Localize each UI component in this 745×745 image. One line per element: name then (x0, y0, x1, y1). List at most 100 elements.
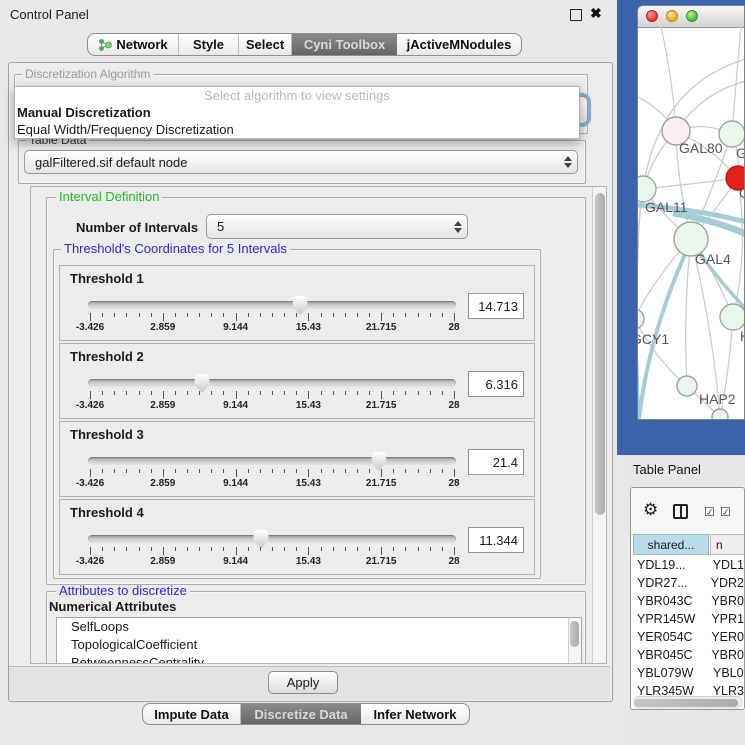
table-cell[interactable]: YBR045C (631, 646, 706, 664)
threshold-slider[interactable] (88, 301, 456, 309)
table-cell[interactable]: YBL079W (631, 664, 708, 682)
threshold-value-field[interactable]: 14.713 (468, 293, 524, 319)
table-cell[interactable]: YBR043C (631, 592, 706, 610)
checkbox-icon[interactable]: ☑ (720, 506, 731, 518)
tick (102, 313, 103, 317)
table-horizontal-scrollbar[interactable] (633, 696, 743, 709)
threshold-value-field[interactable]: 11.344 (468, 527, 524, 553)
dropdown-option-equal-width-frequency[interactable]: Equal Width/Frequency Discretization (15, 121, 579, 138)
gear-icon[interactable]: ⚙ (643, 501, 658, 518)
table-cell[interactable]: YER054C (631, 628, 706, 646)
tab-cyni-toolbox[interactable]: Cyni Toolbox (292, 34, 397, 55)
table-cell[interactable]: YBR0 (706, 592, 744, 610)
table-row[interactable]: YDR27...YDR2 (631, 574, 744, 592)
network-edge[interactable] (643, 178, 738, 189)
control-panel-tab-bar: Network Style Select Cyni Toolbox jActiv… (87, 33, 522, 56)
float-window-icon[interactable] (570, 9, 582, 21)
dropdown-placeholder-option[interactable]: Select algorithm to view settings (15, 87, 579, 104)
threshold-slider[interactable] (88, 379, 456, 387)
threshold-value-field[interactable]: 6.316 (468, 371, 524, 397)
scrollbar-thumb[interactable] (634, 699, 738, 707)
tick (151, 391, 152, 395)
list-item[interactable]: BetweennessCentrality (57, 654, 581, 664)
network-node[interactable] (638, 309, 644, 329)
network-node[interactable] (720, 304, 745, 330)
tick-label: 2.859 (150, 478, 175, 489)
number-of-intervals-spinner[interactable]: 5 (206, 214, 468, 239)
list-item[interactable]: SelfLoops (57, 618, 581, 636)
threshold-label: Threshold 1 (70, 271, 144, 286)
tab-impute-data[interactable]: Impute Data (143, 704, 241, 724)
table-cell[interactable]: YER0 (706, 628, 744, 646)
tab-jactivemnodules[interactable]: jActiveMNodules (397, 34, 521, 55)
tab-discretize-data[interactable]: Discretize Data (241, 704, 361, 724)
control-panel-title: Control Panel (10, 7, 89, 22)
tick-label: 21.715 (366, 556, 397, 567)
table-cell[interactable]: YDL1 (708, 556, 744, 574)
table-row[interactable]: YDL19...YDL1 (631, 556, 744, 574)
tick (430, 469, 431, 473)
table-row[interactable]: YER054CYER0 (631, 628, 744, 646)
threshold-slider[interactable] (88, 457, 456, 465)
table-row[interactable]: YBR045CYBR0 (631, 646, 744, 664)
table-cell[interactable]: YPR145W (631, 610, 706, 628)
network-canvas[interactable]: GAL80GCGAL11GAL4GCY1HHAP2 (638, 27, 745, 420)
tab-style[interactable]: Style (179, 34, 239, 55)
network-edge[interactable] (686, 239, 691, 386)
list-item[interactable]: TopologicalCoefficient (57, 636, 581, 654)
column-header-shared-name[interactable]: shared... (633, 534, 709, 555)
tick (333, 391, 334, 395)
threshold-label: Threshold 2 (70, 349, 144, 364)
tick (308, 469, 309, 477)
apply-button[interactable]: Apply (268, 671, 338, 694)
table-cell[interactable]: YDR27... (631, 574, 706, 592)
table-row[interactable]: YBR043CYBR0 (631, 592, 744, 610)
close-icon[interactable]: ✖ (590, 5, 602, 22)
numerical-attributes-list[interactable]: SelfLoopsTopologicalCoefficientBetweenne… (56, 617, 582, 664)
tick (223, 391, 224, 395)
table-cell[interactable]: YBL0 (708, 664, 744, 682)
table-data-combobox[interactable]: galFiltered.sif default node (24, 150, 578, 174)
tick (296, 391, 297, 395)
tick (393, 547, 394, 551)
zoom-traffic-light-icon[interactable] (686, 10, 698, 22)
settings-vertical-scrollbar[interactable] (592, 187, 607, 664)
tab-label: Cyni Toolbox (304, 37, 385, 52)
column-header-name[interactable]: n (710, 534, 745, 555)
tab-select[interactable]: Select (239, 34, 292, 55)
attributes-list-scrollbar[interactable] (568, 618, 581, 664)
table-row[interactable]: YPR145WYPR1 (631, 610, 744, 628)
network-edge[interactable] (732, 27, 741, 134)
tick (321, 313, 322, 317)
tick (211, 313, 212, 317)
tick (260, 391, 261, 395)
network-node[interactable] (677, 376, 697, 396)
table-cell[interactable]: YDL19... (631, 556, 708, 574)
scrollbar-thumb[interactable] (595, 193, 605, 515)
tab-infer-network[interactable]: Infer Network (361, 704, 469, 724)
minimize-traffic-light-icon[interactable] (666, 10, 678, 22)
network-node[interactable] (712, 409, 728, 420)
tick (369, 391, 370, 395)
tick (102, 469, 103, 473)
node-label: GAL80 (679, 140, 723, 156)
threshold-slider[interactable] (88, 535, 456, 543)
checkbox-icon[interactable]: ☑ (704, 506, 715, 518)
tab-network[interactable]: Network (88, 34, 179, 55)
tick (430, 547, 431, 551)
table-cell[interactable]: YPR1 (706, 610, 744, 628)
scrollbar-thumb[interactable] (570, 621, 579, 647)
close-traffic-light-icon[interactable] (646, 10, 658, 22)
tick (126, 313, 127, 317)
tick-label: 15.43 (296, 322, 321, 333)
columns-icon[interactable] (673, 504, 688, 519)
table-cell[interactable]: YBR0 (706, 646, 744, 664)
table-toolbar: ⚙ ☑ ☑ (631, 488, 744, 535)
tick-label: -3.426 (76, 556, 104, 567)
network-window-titlebar[interactable] (638, 6, 744, 28)
table-cell[interactable]: YDR2 (706, 574, 744, 592)
network-node[interactable] (719, 121, 745, 147)
dropdown-option-manual-discretization[interactable]: Manual Discretization (15, 104, 579, 121)
threshold-value-field[interactable]: 21.4 (468, 449, 524, 475)
table-row[interactable]: YBL079WYBL0 (631, 664, 744, 682)
